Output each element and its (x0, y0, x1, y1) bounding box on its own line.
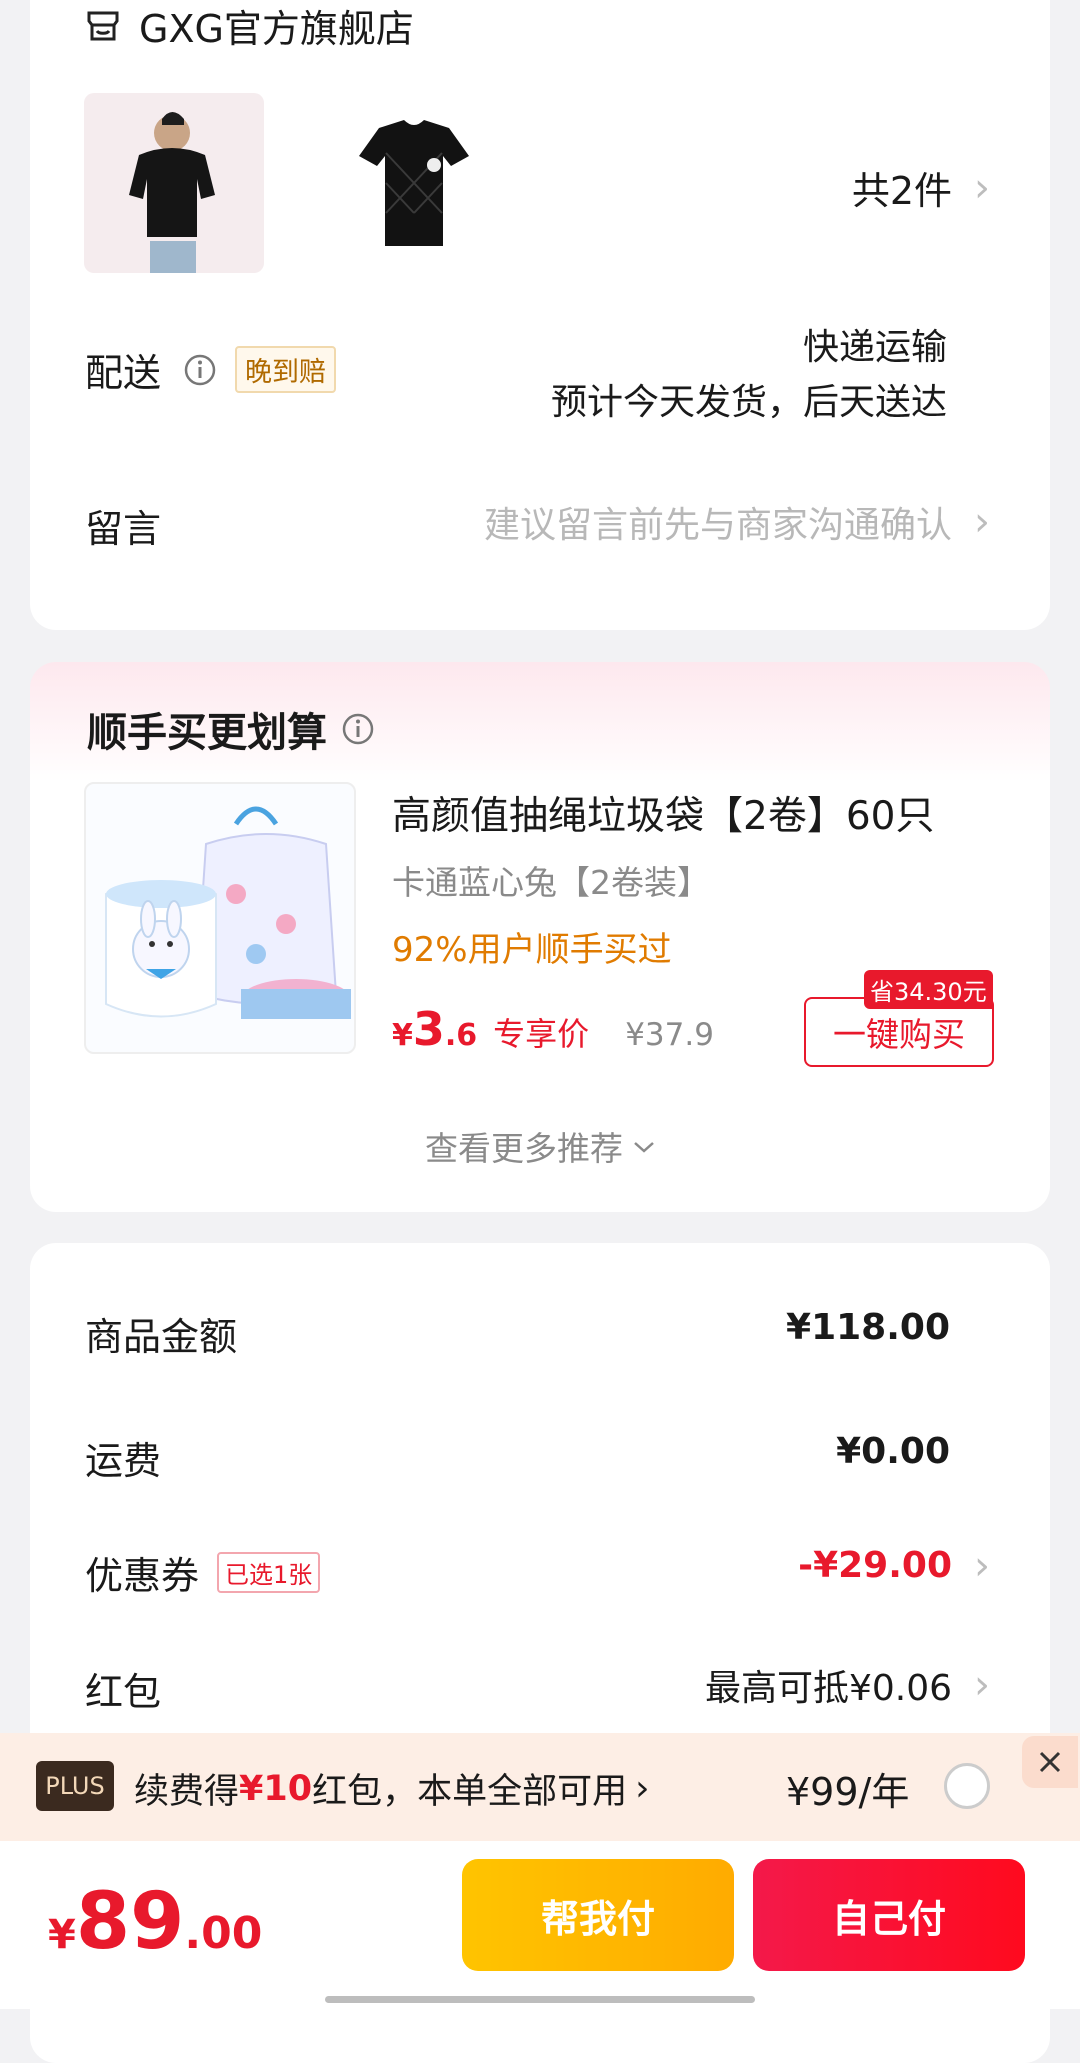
help-pay-button[interactable]: 帮我付 (462, 1859, 734, 1971)
message-label: 留言 (85, 507, 162, 551)
shipping-value: ¥0.00 (836, 1431, 950, 1472)
chevron-right-icon: › (974, 1662, 990, 1708)
plus-text-highlight: ¥10 (239, 1768, 313, 1809)
item-count-label: 共2件 (851, 169, 952, 213)
recommend-product-image[interactable] (84, 782, 356, 1054)
delivery-label: 配送 (85, 351, 162, 395)
coupon-label: 优惠券 (85, 1554, 200, 1598)
self-pay-label: 自己付 (831, 1896, 946, 1941)
chevron-down-icon (633, 1139, 655, 1153)
total-dec: .00 (184, 1908, 263, 1959)
price-dec: .6 (444, 1018, 478, 1053)
coupon-label-group: 优惠券 已选1张 (85, 1545, 321, 1600)
store-card: GXG官方旗舰店 共2件 › 配送 晚到赔 快递运输 预计今天发货，后天送达 留… (30, 0, 1050, 630)
coupon-row[interactable]: -¥29.00 › (798, 1545, 990, 1586)
late-compensation-badge: 晚到赔 (235, 346, 337, 393)
store-header[interactable]: GXG官方旗舰店 (85, 0, 414, 53)
trash-bag-photo (105, 806, 351, 1019)
info-icon[interactable] (183, 353, 217, 387)
home-indicator (325, 1996, 755, 2003)
more-recommend-label: 查看更多推荐 (425, 1129, 623, 1168)
delivery-estimate: 预计今天发货，后天送达 (550, 382, 947, 423)
help-pay-label: 帮我付 (540, 1896, 655, 1941)
coupon-value: -¥29.00 (798, 1545, 952, 1586)
delivery-label-group: 配送 晚到赔 (85, 342, 337, 397)
recommend-product-title[interactable]: 高颜值抽绳垃圾袋【2卷】60只 (392, 785, 934, 841)
checkout-footer: ¥ 89 .00 帮我付 自己付 (0, 1841, 1080, 2009)
total-symbol: ¥ (48, 1912, 76, 1958)
store-name: GXG官方旗舰店 (139, 7, 414, 51)
plus-banner[interactable]: PLUS 续费得 ¥10 红包，本单全部可用 › ¥99/年 (0, 1733, 1080, 1841)
recommend-product-social: 92%用户顺手买过 (392, 930, 672, 970)
self-pay-button[interactable]: 自己付 (753, 1859, 1025, 1971)
red-packet-value: 最高可抵¥0.06 (704, 1668, 952, 1709)
message-field[interactable]: 建议留言前先与商家沟通确认 › (484, 496, 990, 548)
recommend-title: 顺手买更划算 (87, 710, 327, 756)
info-icon[interactable] (341, 712, 375, 746)
model-photo (129, 112, 215, 273)
save-badge: 省34.30元 (864, 970, 993, 1009)
plus-badge: PLUS (36, 1761, 114, 1811)
price-symbol: ¥ (392, 1018, 413, 1053)
total-price: ¥ 89 .00 (48, 1877, 262, 1967)
red-packet-row[interactable]: 最高可抵¥0.06 › (705, 1659, 990, 1711)
recommend-card: 顺手买更划算 高颜值抽绳垃圾袋【2卷】60只 卡通蓝心兔【2卷装】 92%用户顺… (30, 662, 1050, 1212)
product-thumb-1[interactable] (84, 93, 264, 273)
chevron-right-icon: › (974, 499, 990, 545)
recommend-price: ¥ 3 .6 专享价 ¥37.9 (392, 1002, 714, 1056)
red-packet-label: 红包 (85, 1670, 162, 1714)
chevron-right-icon: › (974, 1542, 990, 1589)
recommend-product-variant: 卡通蓝心兔【2卷装】 (392, 863, 710, 902)
radio-empty-icon[interactable] (944, 1763, 990, 1809)
one-click-buy-label: 一键购买 (833, 1015, 965, 1054)
plus-text-suffix: 红包，本单全部可用 (312, 1772, 628, 1812)
plus-text: 续费得 ¥10 红包，本单全部可用 › (134, 1763, 650, 1814)
recommend-header: 顺手买更划算 (87, 700, 375, 758)
plus-close-button[interactable] (1022, 1736, 1078, 1788)
product-thumb-2[interactable] (324, 93, 504, 273)
coupon-selected-badge: 已选1张 (217, 1552, 321, 1593)
chevron-right-icon: › (974, 164, 990, 211)
message-placeholder: 建议留言前先与商家沟通确认 (483, 505, 952, 546)
shipping-label: 运费 (85, 1439, 162, 1483)
item-count[interactable]: 共2件 › (852, 160, 990, 215)
total-int: 89 (75, 1877, 185, 1967)
plus-price: ¥99/年 (786, 1770, 910, 1814)
goods-amount-label: 商品金额 (85, 1315, 238, 1359)
close-icon (1037, 1749, 1063, 1775)
chevron-right-icon: › (635, 1768, 650, 1809)
original-price: ¥37.9 (625, 1017, 714, 1053)
plus-text-prefix: 续费得 (134, 1772, 240, 1812)
delivery-method: 快递运输 (802, 327, 947, 368)
goods-amount-value: ¥118.00 (786, 1307, 950, 1348)
price-int: 3 (412, 1002, 445, 1056)
price-tag: 专享价 (493, 1015, 590, 1053)
store-icon (85, 9, 121, 43)
tshirt-photo (359, 120, 469, 246)
more-recommend-link[interactable]: 查看更多推荐 (30, 1122, 1050, 1170)
